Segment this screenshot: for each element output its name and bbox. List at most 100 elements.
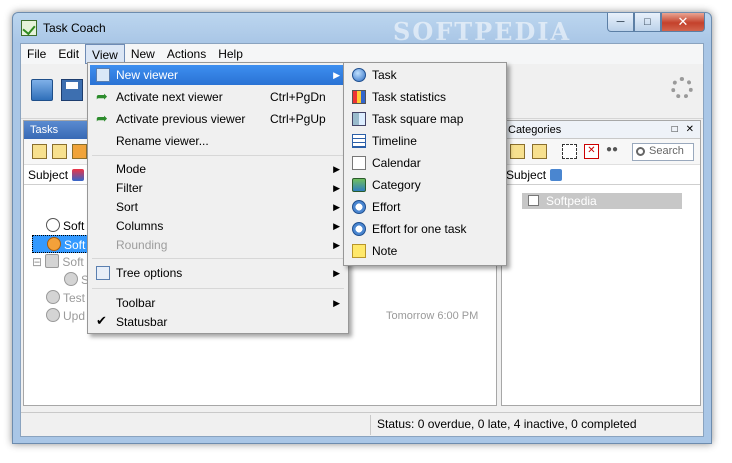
categories-panel-header: Categories □ ✕ — [502, 121, 700, 139]
task-row[interactable]: ⊟ Soft — [32, 253, 84, 271]
task-action-icon[interactable] — [72, 144, 87, 159]
menu-item-tree-options[interactable]: Tree options ▶ — [90, 263, 346, 283]
new-task-icon[interactable] — [32, 144, 47, 159]
close-pane-icon[interactable]: ✕ — [686, 124, 694, 135]
submenu-item-effort-for-one-task[interactable]: Effort for one task — [346, 219, 504, 239]
submenu-arrow-icon: ▶ — [333, 183, 340, 193]
timeline-icon — [352, 134, 366, 148]
submenu-item-task-square-map[interactable]: Task square map — [346, 109, 504, 129]
submenu-item-task[interactable]: Task — [346, 65, 504, 85]
menu-edit[interactable]: Edit — [52, 44, 85, 64]
category-icon — [352, 178, 366, 192]
menu-item-statusbar[interactable]: ✔ Statusbar — [90, 312, 346, 332]
category-row[interactable]: Softpedia — [522, 193, 682, 209]
maximize-pane-icon[interactable]: □ — [672, 124, 678, 135]
menu-item-label: Rename viewer... — [116, 134, 209, 148]
task-clock-icon — [46, 308, 60, 322]
menu-item-shortcut: Ctrl+PgUp — [270, 112, 326, 126]
menu-item-label: Filter — [116, 181, 143, 195]
menu-item-label: Columns — [116, 219, 164, 233]
new-subtask-icon[interactable] — [52, 144, 67, 159]
task-clock-icon — [47, 237, 61, 251]
task-row[interactable]: Soft — [46, 217, 84, 235]
submenu-item-note[interactable]: Note — [346, 241, 504, 261]
menu-item-label: Task square map — [372, 112, 464, 126]
next-arrow-icon: ➦ — [96, 88, 108, 104]
sort-icon — [550, 168, 563, 181]
menu-bar: File Edit View New Actions Help — [21, 44, 703, 64]
title-bar[interactable]: Task Coach SOFTPEDIA ─ □ ✕ — [13, 13, 711, 46]
menu-item-shortcut: Ctrl+PgDn — [270, 90, 326, 104]
menu-item-rename-viewer[interactable]: Rename viewer... — [90, 131, 346, 151]
menu-new[interactable]: New — [125, 44, 161, 64]
close-button[interactable]: ✕ — [661, 13, 705, 32]
search-icon — [636, 147, 645, 156]
window-controls: ─ □ ✕ — [607, 13, 705, 32]
task-row-label: Soft — [63, 219, 85, 233]
menu-separator — [92, 258, 344, 259]
menu-file[interactable]: File — [21, 44, 52, 64]
task-clock-icon — [46, 218, 60, 232]
menu-item-label: New viewer — [116, 68, 179, 82]
save-icon[interactable] — [61, 79, 83, 101]
menu-item-label: Tree options — [116, 266, 183, 280]
menu-item-label: Task statistics — [372, 90, 447, 104]
category-label: Softpedia — [546, 194, 597, 208]
menu-view[interactable]: View — [85, 44, 125, 64]
submenu-arrow-icon: ▶ — [333, 164, 340, 174]
panel-header-buttons: □ ✕ — [672, 124, 694, 135]
task-row[interactable]: S — [64, 271, 89, 289]
category-checkbox[interactable] — [528, 195, 539, 206]
search-input[interactable]: Search — [632, 143, 694, 161]
menu-item-label: Rounding — [116, 238, 168, 252]
menu-item-new-viewer[interactable]: New viewer ▶ — [90, 65, 346, 85]
submenu-item-timeline[interactable]: Timeline — [346, 131, 504, 151]
delete-icon[interactable]: ✕ — [584, 144, 599, 159]
submenu-arrow-icon: ▶ — [333, 70, 340, 80]
categories-panel-title: Categories — [508, 123, 562, 136]
menu-item-filter[interactable]: Filter ▶ — [90, 178, 346, 198]
square-map-icon — [352, 112, 366, 126]
collapse-toggle-icon[interactable]: ⊟ — [32, 255, 42, 269]
menu-item-activate-next-viewer[interactable]: ➦ Activate next viewer Ctrl+PgDn — [90, 87, 346, 107]
previous-arrow-icon: ➦ — [96, 110, 108, 126]
task-icon — [352, 68, 366, 82]
effort-icon — [352, 200, 366, 214]
task-row[interactable]: Test — [46, 289, 85, 307]
menu-actions[interactable]: Actions — [161, 44, 212, 64]
new-subcategory-icon[interactable] — [532, 144, 547, 159]
categories-column-header[interactable]: Subject — [502, 165, 700, 185]
open-folder-icon[interactable] — [31, 79, 53, 101]
submenu-arrow-icon: ▶ — [333, 298, 340, 308]
menu-item-label: Mode — [116, 162, 147, 176]
task-row[interactable]: Upd — [46, 307, 85, 325]
submenu-item-task-statistics[interactable]: Task statistics — [346, 87, 504, 107]
new-category-icon[interactable] — [510, 144, 525, 159]
tasks-panel-title: Tasks — [30, 124, 59, 136]
menu-item-toolbar[interactable]: Toolbar ▶ — [90, 293, 346, 313]
menu-item-columns[interactable]: Columns ▶ — [90, 216, 346, 236]
task-row-selected[interactable]: Soft — [32, 235, 92, 253]
submenu-item-calendar[interactable]: Calendar — [346, 153, 504, 173]
options-icon[interactable]: ●● — [606, 144, 621, 159]
select-all-icon[interactable] — [562, 144, 577, 159]
submenu-item-effort[interactable]: Effort — [346, 197, 504, 217]
menu-item-activate-previous-viewer[interactable]: ➦ Activate previous viewer Ctrl+PgUp — [90, 109, 346, 129]
gear-icon[interactable] — [671, 77, 693, 99]
menu-item-label: Toolbar — [116, 296, 156, 310]
menu-item-mode[interactable]: Mode ▶ — [90, 159, 346, 179]
categories-panel: Categories □ ✕ ✕ ●● Search Subject Softp… — [501, 120, 701, 406]
maximize-button[interactable]: □ — [634, 13, 661, 32]
submenu-item-category[interactable]: Category — [346, 175, 504, 195]
menu-item-label: Activate previous viewer — [116, 112, 246, 126]
menu-help[interactable]: Help — [212, 44, 249, 64]
task-coach-app-icon[interactable] — [21, 20, 37, 36]
menu-item-sort[interactable]: Sort ▶ — [90, 197, 346, 217]
task-statistics-icon — [352, 90, 366, 104]
menu-item-label: Calendar — [372, 156, 421, 170]
menu-item-label: Timeline — [372, 134, 417, 148]
minimize-button[interactable]: ─ — [607, 13, 634, 32]
submenu-arrow-icon: ▶ — [333, 202, 340, 212]
maximize-icon: □ — [644, 16, 651, 28]
calendar-icon — [352, 156, 366, 170]
